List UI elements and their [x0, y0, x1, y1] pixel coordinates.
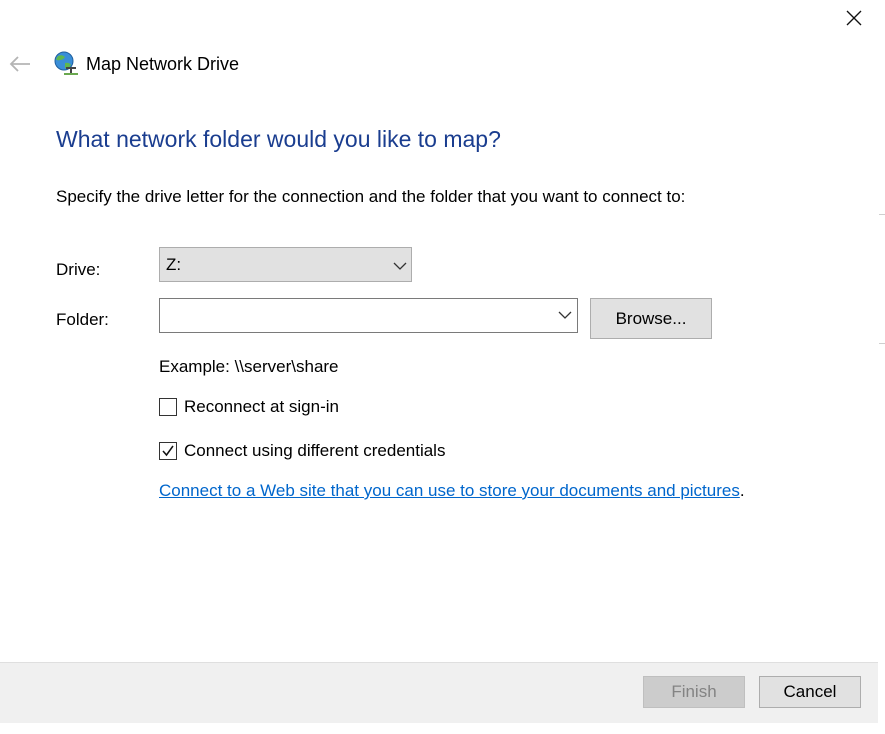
edge-divider: [879, 343, 885, 344]
instructions-text: Specify the drive letter for the connect…: [56, 187, 686, 206]
reconnect-label[interactable]: Reconnect at sign-in: [184, 397, 339, 417]
chevron-down-icon: [393, 262, 407, 270]
example-text: Example: \\server\share: [159, 357, 339, 376]
web-site-link[interactable]: Connect to a Web site that you can use t…: [159, 481, 740, 500]
back-arrow-icon: [9, 56, 30, 72]
folder-combobox[interactable]: [159, 298, 578, 333]
edge-divider: [879, 214, 885, 215]
close-button[interactable]: [838, 2, 870, 34]
credentials-label[interactable]: Connect using different credentials: [184, 441, 445, 461]
drive-select[interactable]: Z:: [159, 247, 412, 282]
browse-button[interactable]: Browse...: [590, 298, 712, 339]
link-suffix: .: [739, 481, 745, 500]
drive-select-value: Z:: [166, 255, 182, 274]
map-network-drive-dialog: Map Network Drive What network folder wo…: [0, 0, 885, 734]
checkmark-icon: [162, 445, 174, 457]
folder-input[interactable]: [164, 303, 544, 328]
chevron-down-icon[interactable]: [558, 310, 572, 320]
page-heading: What network folder would you like to ma…: [56, 126, 501, 152]
window-title: Map Network Drive: [86, 54, 240, 74]
dialog-footer: [0, 662, 878, 723]
folder-label: Folder:: [56, 310, 109, 329]
reconnect-checkbox-row[interactable]: Reconnect at sign-in: [159, 396, 339, 418]
network-drive-icon: [54, 51, 78, 75]
credentials-checkbox-row[interactable]: Connect using different credentials: [159, 440, 445, 462]
finish-button[interactable]: Finish: [643, 676, 745, 708]
cancel-button[interactable]: Cancel: [759, 676, 861, 708]
reconnect-checkbox[interactable]: [159, 398, 177, 416]
close-icon: [846, 10, 862, 26]
credentials-checkbox[interactable]: [159, 442, 177, 460]
back-button[interactable]: [6, 50, 34, 78]
drive-label: Drive:: [56, 260, 101, 279]
web-site-link-row: Connect to a Web site that you can use t…: [159, 481, 745, 501]
